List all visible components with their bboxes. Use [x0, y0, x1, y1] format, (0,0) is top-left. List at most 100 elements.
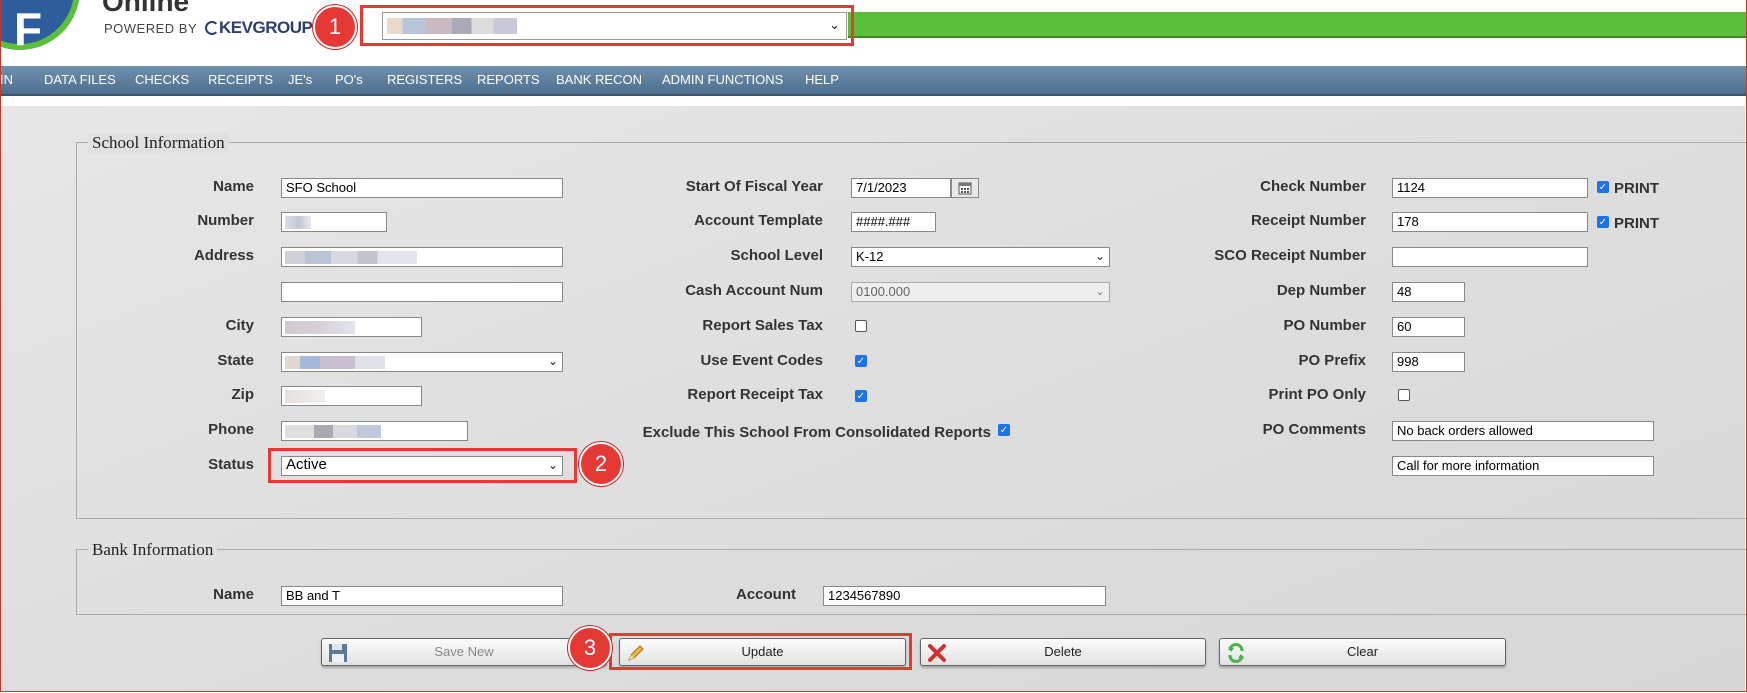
print-receipt-label: PRINT: [1614, 215, 1659, 232]
exclude-consolidated-label: Exclude This School From Consolidated Re…: [642, 424, 991, 441]
nav-item-jes[interactable]: JE's: [288, 72, 312, 87]
calendar-icon[interactable]: [951, 178, 979, 198]
redacted-value: [285, 216, 311, 229]
nav-item-admin[interactable]: IN: [0, 72, 13, 87]
use-event-codes-label: Use Event Codes: [700, 352, 823, 369]
school-level-value: K-12: [856, 249, 884, 264]
city-label: City: [225, 317, 254, 334]
check-number-input[interactable]: 1124: [1392, 178, 1588, 198]
bank-info-legend: Bank Information: [88, 540, 218, 560]
sco-receipt-input[interactable]: [1392, 247, 1588, 267]
main-nav: IN DATA FILES CHECKS RECEIPTS JE's PO's …: [0, 66, 1747, 96]
school-name-input[interactable]: SFO School: [281, 178, 563, 198]
nav-item-help[interactable]: HELP: [805, 72, 839, 87]
delete-button[interactable]: Delete: [920, 638, 1206, 666]
exclude-consolidated-checkbox[interactable]: ✓: [998, 424, 1010, 436]
school-info-legend: School Information: [88, 133, 229, 153]
account-template-input[interactable]: ####.###: [851, 212, 936, 232]
bank-account-input[interactable]: 1234567890: [823, 586, 1106, 606]
save-new-label: Save New: [434, 644, 494, 659]
state-select[interactable]: ⌄: [281, 352, 563, 372]
address-label: Address: [193, 247, 254, 264]
report-receipt-tax-label: Report Receipt Tax: [687, 386, 823, 403]
use-event-codes-checkbox[interactable]: ✓: [855, 355, 867, 367]
receipt-number-input[interactable]: 178: [1392, 212, 1588, 232]
save-new-button[interactable]: Save New: [321, 638, 607, 666]
refresh-icon: [1228, 643, 1244, 663]
sco-receipt-label: SCO Receipt Number: [1214, 247, 1366, 264]
bank-name-input[interactable]: BB and T: [281, 586, 563, 606]
callout-1-badge: 1: [313, 5, 357, 49]
fiscal-year-label: Start Of Fiscal Year: [685, 178, 823, 195]
redacted-value: [285, 356, 385, 369]
school-level-select[interactable]: K-12 ⌄: [851, 247, 1110, 267]
po-prefix-input[interactable]: 998: [1392, 352, 1465, 372]
address-line2-input[interactable]: [281, 282, 563, 302]
nav-item-admin-functions[interactable]: ADMIN FUNCTIONS: [662, 72, 783, 87]
clear-label: Clear: [1346, 644, 1379, 659]
nav-item-reports[interactable]: REPORTS: [477, 72, 540, 87]
redacted-value: [285, 251, 417, 264]
redacted-value: [285, 390, 325, 403]
fiscal-year-input[interactable]: 7/1/2023: [851, 178, 951, 198]
school-number-input[interactable]: [281, 212, 387, 232]
zip-label: Zip: [231, 386, 255, 403]
zip-input[interactable]: [281, 386, 422, 406]
phone-input[interactable]: [281, 421, 468, 441]
nav-item-bank-recon[interactable]: BANK RECON: [556, 72, 642, 87]
brand-name: KEVGROUP: [219, 18, 313, 37]
nav-spacer: [0, 96, 1747, 106]
nav-item-registers[interactable]: REGISTERS: [387, 72, 462, 87]
dep-number-label: Dep Number: [1276, 282, 1366, 299]
po-number-input[interactable]: 60: [1392, 317, 1465, 337]
print-check-label: PRINT: [1614, 180, 1659, 197]
po-prefix-label: PO Prefix: [1298, 352, 1366, 369]
dep-number-input[interactable]: 48: [1392, 282, 1465, 302]
bank-account-label: Account: [736, 586, 796, 603]
report-sales-tax-label: Report Sales Tax: [702, 317, 823, 334]
chevron-down-icon: ⌄: [1094, 249, 1105, 263]
status-label: Status: [208, 456, 254, 473]
callout-2-highlight: [268, 448, 577, 483]
callout-3-highlight: [609, 633, 912, 670]
nav-item-checks[interactable]: CHECKS: [135, 72, 189, 87]
cash-account-select: 0100.000 ⌄: [851, 282, 1110, 302]
number-label: Number: [197, 212, 254, 229]
print-po-only-label: Print PO Only: [1268, 386, 1366, 403]
nav-item-data-files[interactable]: DATA FILES: [44, 72, 116, 87]
po-comment-2-input[interactable]: Call for more information: [1392, 456, 1654, 476]
nav-item-receipts[interactable]: RECEIPTS: [208, 72, 273, 87]
print-receipt-checkbox[interactable]: ✓: [1597, 216, 1609, 228]
phone-label: Phone: [208, 421, 254, 438]
po-number-label: PO Number: [1283, 317, 1366, 334]
po-comment-1-input[interactable]: No back orders allowed: [1392, 421, 1654, 441]
school-level-label: School Level: [730, 247, 823, 264]
bank-name-label: Name: [213, 586, 254, 603]
cash-account-value: 0100.000: [856, 284, 911, 299]
po-comments-label: PO Comments: [1262, 421, 1366, 438]
clear-button[interactable]: Clear: [1219, 638, 1506, 666]
delete-label: Delete: [1044, 644, 1082, 659]
city-input[interactable]: [281, 317, 422, 337]
nav-item-pos[interactable]: PO's: [335, 72, 363, 87]
print-po-only-checkbox[interactable]: [1398, 389, 1410, 401]
report-receipt-tax-checkbox[interactable]: ✓: [855, 390, 867, 402]
callout-3-badge: 3: [568, 626, 612, 670]
powered-by: POWERED BY KEVGROUP: [104, 18, 313, 38]
check-number-label: Check Number: [1260, 178, 1366, 195]
status-bar: [848, 12, 1747, 38]
report-sales-tax-checkbox[interactable]: [855, 320, 867, 332]
print-check-checkbox[interactable]: ✓: [1597, 181, 1609, 193]
account-template-label: Account Template: [694, 212, 823, 229]
cash-account-label: Cash Account Num: [685, 282, 823, 299]
redacted-value: [285, 321, 355, 334]
chevron-down-icon: ⌄: [547, 354, 558, 368]
address-line1-input[interactable]: [281, 247, 563, 267]
app-header: F Online POWERED BY KEVGROUP ⌄: [0, 0, 1747, 66]
state-label: State: [217, 352, 254, 369]
redacted-value: [285, 425, 381, 438]
logo-letter: F: [14, 3, 43, 55]
callout-2-badge: 2: [579, 442, 623, 486]
floppy-disk-icon: [329, 644, 347, 662]
receipt-number-label: Receipt Number: [1250, 212, 1366, 229]
